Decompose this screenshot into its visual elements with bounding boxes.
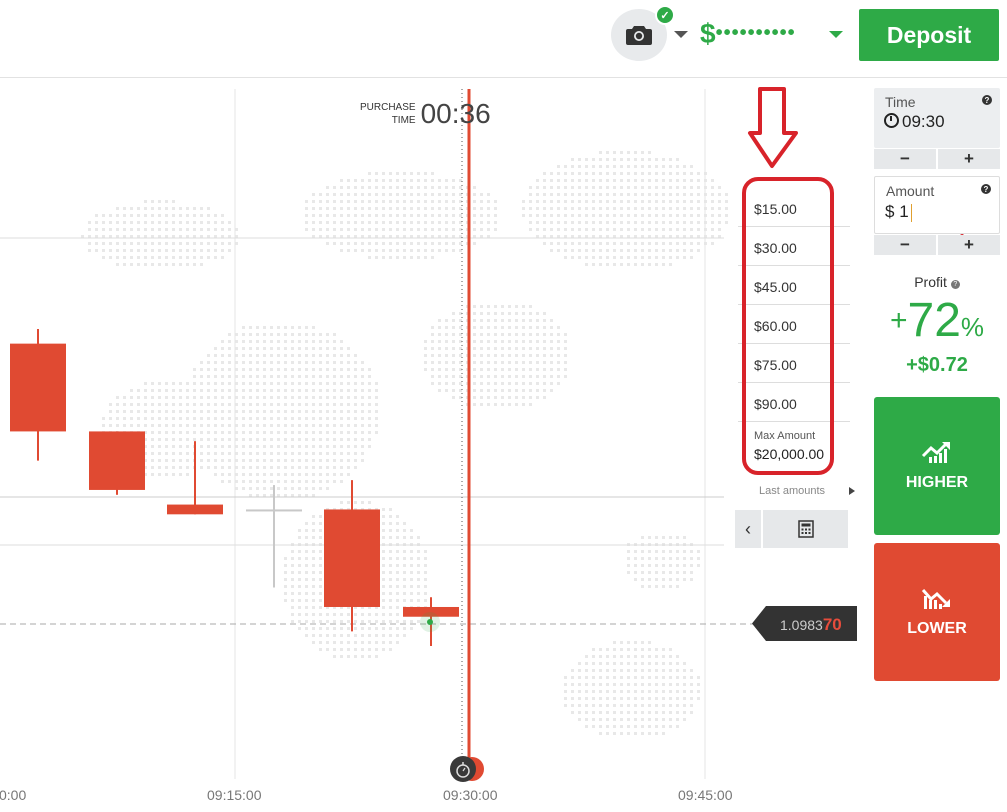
profit-amount: +$0.72 [906, 354, 968, 376]
amount-value[interactable]: 1 [899, 202, 908, 221]
amount-input[interactable]: Amount? $ 1 [874, 176, 1000, 234]
annotation-down-arrow [748, 87, 798, 168]
price-suffix: 70 [822, 615, 842, 634]
current-price-tag: 1.098370 [752, 606, 857, 641]
clock-icon [884, 113, 899, 128]
amount-increase-button[interactable]: + [938, 235, 1000, 255]
x-axis-tick: 0:00 [0, 787, 27, 803]
time-decrease-button[interactable]: − [874, 149, 936, 169]
purchase-label-line1: PURCHASE [360, 102, 416, 113]
annotation-highlight-box [742, 177, 834, 475]
profit-percent: +72% [874, 293, 1000, 348]
higher-button[interactable]: HIGHER [874, 397, 1000, 535]
profit-sign: + [889, 304, 908, 337]
purchase-countdown: 00:36 [420, 98, 491, 129]
balance-chevron-down-icon[interactable] [829, 31, 843, 38]
time-increase-button[interactable]: + [938, 149, 1000, 169]
candle-body[interactable] [324, 509, 380, 607]
back-button[interactable]: ‹ [735, 510, 761, 548]
presets-toolbar: ‹ [735, 510, 848, 548]
deposit-button[interactable]: Deposit [859, 9, 999, 61]
purchase-time-label: PURCHASE TIME [360, 101, 416, 127]
lower-label: LOWER [907, 620, 967, 637]
profit-label: Profit [914, 274, 947, 290]
price-prefix: 1.0983 [780, 617, 823, 633]
candle-body[interactable] [167, 504, 223, 515]
x-axis-tick: 09:45:00 [678, 787, 733, 803]
current-price-dot [427, 619, 433, 625]
amount-stepper: − + [874, 235, 1000, 255]
purchase-time: PURCHASE TIME 00:36 [360, 98, 491, 130]
last-amounts-arrow-icon[interactable] [849, 487, 855, 495]
help-icon[interactable]: ? [982, 95, 992, 105]
trend-up-icon [921, 442, 950, 463]
calculator-icon [797, 520, 814, 538]
x-axis-tick: 09:15:00 [207, 787, 262, 803]
profit-label-row: Profit ? [874, 274, 1000, 290]
time-field[interactable]: Time? 09:30 [874, 88, 1000, 148]
balance-currency: $ [700, 18, 716, 49]
time-control: Time? 09:30 − + [874, 88, 1000, 169]
percent-sign: % [960, 312, 985, 342]
amount-control: Amount? $ 1 − + [874, 176, 1000, 255]
amount-decrease-button[interactable]: − [874, 235, 936, 255]
time-stepper: − + [874, 149, 1000, 169]
trend-down-icon [921, 589, 950, 609]
top-bar: ✓ $•••••••••• Deposit [0, 0, 1007, 78]
chevron-left-icon: ‹ [745, 518, 751, 539]
chart-canvas[interactable] [0, 79, 860, 812]
candle-body[interactable] [10, 343, 66, 432]
help-icon[interactable]: ? [981, 184, 991, 194]
amount-currency: $ [885, 202, 895, 221]
expiry-timer-marker[interactable] [450, 756, 484, 782]
time-label: Time [885, 94, 916, 110]
profit-percent-value: 72 [907, 294, 961, 347]
last-amounts-link[interactable]: Last amounts [759, 485, 825, 497]
calculator-button[interactable] [763, 510, 848, 548]
purchase-label-line2: TIME [391, 115, 416, 126]
balance-masked-value: •••••••••• [715, 22, 796, 44]
lower-button[interactable]: LOWER [874, 543, 1000, 681]
camera-icon [626, 26, 652, 45]
amount-label: Amount [886, 183, 935, 199]
avatar-chevron-down-icon[interactable] [674, 31, 688, 38]
price-chart[interactable] [0, 79, 860, 812]
higher-label: HIGHER [905, 474, 969, 491]
candle-body[interactable] [246, 509, 302, 512]
text-cursor [910, 203, 912, 222]
candle-body[interactable] [89, 431, 145, 490]
time-value: 09:30 [902, 112, 945, 131]
x-axis-tick: 09:30:00 [443, 787, 498, 803]
world-map-background [81, 151, 728, 735]
verified-check-icon: ✓ [655, 5, 675, 25]
help-icon[interactable]: ? [950, 280, 960, 289]
balance-display[interactable]: $•••••••••• [700, 18, 796, 50]
